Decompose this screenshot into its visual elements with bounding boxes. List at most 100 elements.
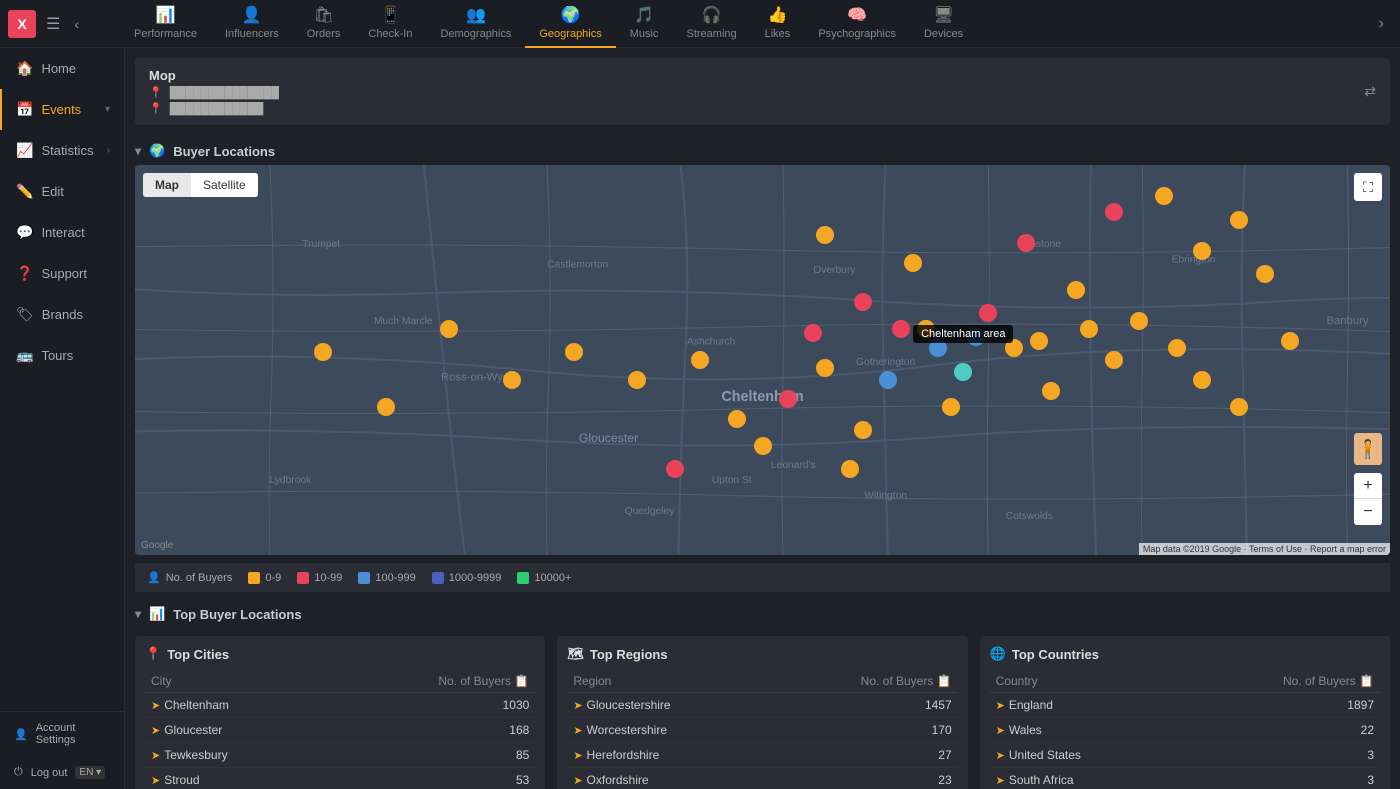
nav-item-demographics[interactable]: 👥 Demographics (426, 0, 525, 48)
sidebar-item-statistics[interactable]: 📈 Statistics › (0, 130, 124, 171)
svg-text:Cotswolds: Cotswolds (1006, 511, 1053, 522)
map-pin-28[interactable] (1105, 351, 1123, 369)
row-buyers-0: 1030 (327, 693, 535, 718)
sidebar-item-support[interactable]: ❓ Support (0, 253, 124, 294)
map-pin-7[interactable] (1256, 265, 1274, 283)
swap-icon[interactable]: ⇄ (1364, 83, 1376, 100)
map-pin-25[interactable] (440, 320, 458, 338)
map-pin-23[interactable] (565, 343, 583, 361)
legend-label: No. of Buyers (166, 572, 233, 584)
nav-item-performance[interactable]: 📊 Performance (120, 0, 211, 48)
map-pin-30[interactable] (1281, 332, 1299, 350)
map-pin-35[interactable] (377, 398, 395, 416)
app-logo[interactable]: X (8, 10, 36, 38)
legend-dot-blue (358, 572, 370, 584)
sidebar-item-events[interactable]: 📅 Events ▾ (0, 89, 124, 130)
nav-item-devices[interactable]: 🖥 Devices (910, 0, 977, 48)
nav-item-checkin[interactable]: 📱 Check-In (354, 0, 426, 48)
sidebar-item-interact[interactable]: 💬 Interact (0, 212, 124, 253)
zoom-out-button[interactable]: − (1354, 499, 1382, 525)
geographics-icon: 🌍 (561, 5, 581, 25)
zoom-in-button[interactable]: + (1354, 473, 1382, 499)
cities-table-body: ➤Cheltenham 1030 ➤Gloucester 168 ➤Tewkes… (145, 693, 535, 789)
buyer-locations-header[interactable]: ▾ 🌍 Buyer Locations (135, 135, 1390, 165)
map-pin-29[interactable] (1193, 371, 1211, 389)
map-pin-1[interactable] (1105, 203, 1123, 221)
nav-item-likes[interactable]: 👍 Likes (751, 0, 805, 48)
map-pin-12[interactable] (1030, 332, 1048, 350)
map-pin-41[interactable] (1168, 339, 1186, 357)
nav-item-geographics[interactable]: 🌍 Geographics (525, 0, 615, 48)
account-settings-item[interactable]: 👤 Account Settings (0, 712, 124, 756)
nav-more-button[interactable]: › (1371, 15, 1392, 33)
map-pin-40[interactable] (1080, 320, 1098, 338)
nav-item-streaming[interactable]: 🎧 Streaming (672, 0, 750, 48)
table-row: ➤Wales 22 (990, 718, 1380, 743)
nav-item-psychographics[interactable]: 🧠 Psychographics (804, 0, 910, 48)
sidebar-label-tours: Tours (41, 348, 110, 363)
logout-item[interactable]: ⏻ Log out EN ▾ (0, 756, 124, 789)
sidebar-label-brands: Brands (42, 307, 110, 322)
map-pin-42[interactable] (804, 324, 822, 342)
nav-item-influencers[interactable]: 👤 Influencers (211, 0, 293, 48)
sidebar-label-home: Home (41, 61, 110, 76)
event-controls: ⇄ (1364, 83, 1376, 100)
map-pin-13[interactable] (1130, 312, 1148, 330)
sidebar-item-tours[interactable]: 🚌 Tours (0, 335, 124, 376)
cities-copy-icon[interactable]: 📋 (514, 674, 529, 688)
map-pin-8[interactable] (1067, 281, 1085, 299)
back-button[interactable]: ‹ (70, 12, 83, 36)
map-fullscreen-button[interactable]: ⛶ (1354, 173, 1382, 201)
map-pin-36[interactable] (314, 343, 332, 361)
map-pin-18[interactable] (779, 390, 797, 408)
map-pin-31[interactable] (1230, 398, 1248, 416)
map-pin-17[interactable] (954, 363, 972, 381)
map-pin-24[interactable] (503, 371, 521, 389)
top-regions-card: 🗺 Top Regions Region No. of Buyers 📋 (557, 636, 967, 789)
row-name-2: ➤United States (990, 743, 1180, 768)
map-pin-21[interactable] (728, 410, 746, 428)
map-pin-11[interactable] (979, 304, 997, 322)
map-pin-2[interactable] (1155, 187, 1173, 205)
regions-col-region: Region (567, 670, 768, 693)
map-pin-34[interactable] (841, 460, 859, 478)
devices-icon: 🖥 (933, 5, 953, 25)
map-tab-map[interactable]: Map (143, 173, 191, 197)
svg-text:Ashchurch: Ashchurch (687, 337, 736, 348)
nav-label-streaming: Streaming (686, 28, 736, 40)
map-tab-satellite[interactable]: Satellite (191, 173, 258, 197)
map-pin-15[interactable] (816, 359, 834, 377)
row-name-1: ➤Worcestershire (567, 718, 768, 743)
hamburger-button[interactable]: ☰ (42, 10, 64, 38)
row-name-0: ➤Gloucestershire (567, 693, 768, 718)
sidebar-item-brands[interactable]: 🏷 Brands (0, 294, 124, 335)
map-pin-16[interactable] (879, 371, 897, 389)
row-location-icon: ➤ (996, 750, 1005, 762)
map-pin-3[interactable] (1230, 211, 1248, 229)
map-pin-5[interactable] (1017, 234, 1035, 252)
map-pin-0[interactable] (816, 226, 834, 244)
regions-copy-icon[interactable]: 📋 (937, 674, 952, 688)
countries-copy-icon[interactable]: 📋 (1359, 674, 1374, 688)
map-pin-32[interactable] (754, 437, 772, 455)
sidebar-item-edit[interactable]: ✏️ Edit (0, 171, 124, 212)
sidebar-item-home[interactable]: 🏠 Home (0, 48, 124, 89)
table-row: ➤Oxfordshire 23 (567, 768, 957, 789)
nav-item-music[interactable]: 🎵 Music (616, 0, 673, 48)
map-pin-14[interactable] (691, 351, 709, 369)
map-person-button[interactable]: 🧍 (1354, 433, 1382, 465)
map-pin-19[interactable] (942, 398, 960, 416)
nav-item-orders[interactable]: 🛍 Orders (293, 0, 355, 48)
language-badge[interactable]: EN ▾ (75, 766, 105, 779)
map-pin-22[interactable] (628, 371, 646, 389)
map-pin-20[interactable] (854, 421, 872, 439)
map-pin-27[interactable] (1042, 382, 1060, 400)
nav-label-demographics: Demographics (440, 28, 511, 40)
map-pin-33[interactable] (666, 460, 684, 478)
top-buyer-locations-header[interactable]: ▾ 📊 Top Buyer Locations (135, 598, 1390, 628)
legend-dot-pink (297, 572, 309, 584)
map-pin-4[interactable] (904, 254, 922, 272)
map-pin-9[interactable] (854, 293, 872, 311)
map-pin-6[interactable] (1193, 242, 1211, 260)
map-pin-39[interactable] (892, 320, 910, 338)
